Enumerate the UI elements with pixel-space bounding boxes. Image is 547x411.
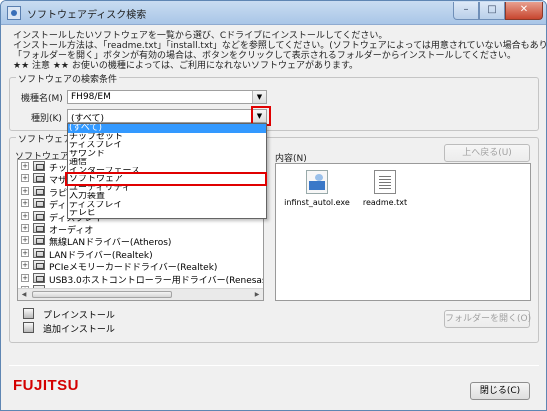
model-label: 機種名(M)	[21, 94, 63, 104]
dropdown-option[interactable]: 通信	[68, 158, 266, 167]
intro-line: インストールしたいソフトウェアを一覧から選び、Cドライブにインストールしてくださ…	[13, 31, 388, 41]
dropdown-options: (すべて) チップセット ディスプレイ サウンド 通信 インターフェース ソフトウェア ユーテ…	[68, 124, 266, 218]
folder-icon	[33, 210, 45, 221]
minimize-button[interactable]: –	[453, 2, 479, 20]
folder-icon	[33, 198, 45, 209]
scrollbar-thumb[interactable]	[32, 291, 172, 298]
tree-horizontal-scrollbar[interactable]: ◀ ▶	[18, 288, 263, 300]
text-file-icon	[374, 170, 396, 194]
file-name: readme.txt	[362, 198, 408, 207]
file-readme[interactable]: readme.txt	[350, 170, 420, 207]
model-select[interactable]: FH98/EM ▼	[67, 90, 267, 104]
title-bar[interactable]: ソフトウェアディスク検索 – □ ✕	[1, 1, 546, 25]
folder-icon	[33, 173, 45, 184]
expand-icon[interactable]: +	[21, 223, 29, 232]
model-value: FH98/EM	[71, 92, 111, 102]
expand-icon[interactable]: +	[21, 248, 29, 257]
tree-item[interactable]: + 無線LANドライバー(Atheros)	[18, 234, 263, 248]
tree-item[interactable]: + PCIeメモリーカードドライバー(Realtek)	[18, 259, 263, 273]
folder-icon	[33, 272, 45, 283]
additional-install-icon	[23, 322, 34, 333]
additional-install-label: 追加インストール	[43, 325, 115, 335]
folder-icon	[33, 235, 45, 246]
folder-icon	[33, 161, 45, 171]
type-select[interactable]: (すべて) ▼	[67, 109, 267, 124]
chevron-down-icon[interactable]: ▼	[252, 91, 266, 103]
dropdown-option[interactable]: サウンド	[68, 150, 266, 159]
dropdown-option[interactable]: ディスプレイ	[68, 141, 266, 150]
expand-icon[interactable]: +	[21, 199, 29, 208]
expand-icon[interactable]: +	[21, 236, 29, 245]
file-name: infinst_autol.exe	[284, 198, 350, 207]
up-button[interactable]: 上へ戻る(U)	[444, 144, 530, 162]
fujitsu-logo: FUJITSU	[13, 377, 80, 394]
maximize-button[interactable]: □	[479, 2, 505, 20]
type-dropdown-list[interactable]: (すべて) チップセット ディスプレイ サウンド 通信 インターフェース ソフトウェア ユーテ…	[67, 123, 267, 219]
intro-line: 「フォルダーを開く」ボタンが有効の場合は、ボタンをクリックして表示されるフォルダ…	[13, 51, 517, 61]
tree-item[interactable]: + LANドライバー(Realtek)	[18, 247, 263, 261]
dropdown-option[interactable]: ディスプレイ	[68, 201, 266, 210]
footer-divider	[9, 365, 539, 366]
search-criteria-label: ソフトウェアの検索条件	[16, 72, 120, 85]
scroll-right-icon[interactable]: ▶	[252, 290, 262, 299]
expand-icon[interactable]: +	[21, 186, 29, 195]
expand-icon[interactable]: +	[21, 162, 29, 170]
expand-icon[interactable]: +	[21, 174, 29, 183]
intro-line: インストール方法は、「readme.txt」「install.txt」などを参照…	[13, 41, 547, 51]
type-label: 種別(K)	[31, 114, 62, 124]
close-window-button[interactable]: ✕	[505, 2, 543, 20]
dropdown-option[interactable]: (すべて)	[68, 124, 266, 133]
content-pane[interactable]: infinst_autol.exe readme.txt	[275, 163, 531, 301]
preinstall-icon	[23, 308, 34, 319]
software-option-highlight	[65, 172, 267, 186]
open-folder-button[interactable]: フォルダーを開く(O)	[444, 310, 531, 328]
scroll-left-icon[interactable]: ◀	[19, 290, 29, 299]
folder-icon	[33, 185, 45, 196]
expand-icon[interactable]: +	[21, 211, 29, 220]
dropdown-option[interactable]: 入力装置	[68, 192, 266, 201]
intro-line: ★★ 注意 ★★ お使いの機種によっては、ご利用になれないソフトウェアがあります…	[13, 61, 359, 71]
window-title: ソフトウェアディスク検索	[27, 10, 147, 21]
tree-item[interactable]: +USB3.0ホストコントローラー用ドライバー(Renesas Electron…	[18, 272, 263, 286]
preinstall-label: プレインストール	[43, 311, 115, 321]
file-infinst-autol[interactable]: infinst_autol.exe	[282, 170, 352, 207]
intro-text: インストールしたいソフトウェアを一覧から選び、Cドライブにインストールしてくださ…	[13, 31, 547, 71]
folder-icon	[33, 247, 45, 258]
expand-icon[interactable]: +	[21, 261, 29, 270]
dropdown-option[interactable]: テレビ	[68, 209, 266, 218]
expand-icon[interactable]: +	[21, 273, 29, 282]
software-disk-search-window: ソフトウェアディスク検索 – □ ✕ インストールしたいソフトウェアを一覧から選…	[0, 0, 547, 411]
close-button[interactable]: 閉じる(C)	[470, 382, 530, 400]
folder-icon	[33, 222, 45, 233]
folder-icon	[33, 260, 45, 271]
installer-icon	[306, 170, 328, 194]
app-icon	[7, 6, 21, 20]
tree-item[interactable]: + オーディオ	[18, 222, 263, 236]
dropdown-option[interactable]: チップセット	[68, 133, 266, 142]
